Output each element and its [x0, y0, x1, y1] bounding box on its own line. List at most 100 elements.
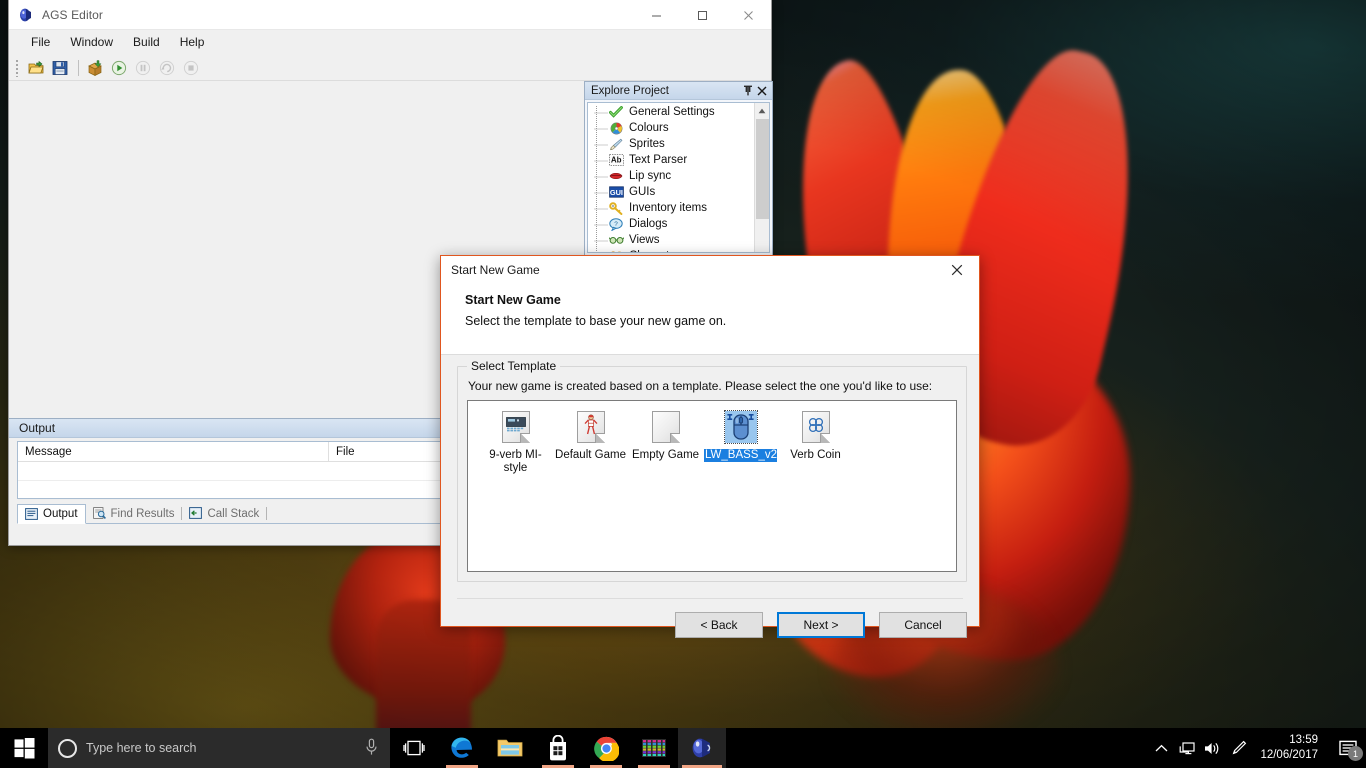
template-label: Empty Game [631, 449, 700, 461]
ags-titlebar[interactable]: AGS Editor [9, 0, 771, 30]
minimize-button[interactable] [633, 0, 679, 30]
template-item-lw-bass[interactable]: LW_BASS_v2.0 [703, 409, 787, 462]
taskbar-winrar[interactable] [630, 728, 678, 768]
dialog-title: Start New Game [451, 263, 540, 277]
network-icon[interactable] [1174, 728, 1200, 768]
task-view-button[interactable] [390, 728, 438, 768]
svg-text:GUI: GUI [609, 188, 622, 197]
dialog-button-bar: < Back Next > Cancel [675, 612, 967, 638]
window-controls [633, 0, 771, 30]
tree-item-label: Colours [629, 122, 669, 134]
template-item-empty-game[interactable]: Empty Game [628, 409, 703, 462]
select-template-groupbox: Select Template Your new game is created… [457, 359, 967, 582]
column-message[interactable]: Message [18, 442, 329, 461]
taskbar-microsoft-edge[interactable] [438, 728, 486, 768]
dialog-banner: Start New Game Select the template to ba… [441, 284, 979, 355]
tab-label: Output [43, 508, 78, 520]
svg-text:?: ? [614, 221, 618, 228]
dialog-body: Select Template Your new game is created… [441, 356, 979, 638]
default-game-template-icon [575, 411, 607, 443]
microphone-icon[interactable] [364, 738, 380, 758]
maximize-button[interactable] [679, 0, 725, 30]
edge-icon [451, 737, 472, 758]
tree-item-dialogs[interactable]: ? Dialogs [588, 216, 754, 232]
taskbar-file-explorer[interactable] [486, 728, 534, 768]
taskbar-clock[interactable]: 13:59 12/06/2017 [1252, 728, 1330, 768]
abl-icon: Ab [608, 153, 624, 167]
output-icon [25, 507, 39, 521]
open-folder-icon[interactable] [25, 57, 47, 79]
tree-item-text-parser[interactable]: Ab Text Parser [588, 152, 754, 168]
show-hidden-icons-chevron-icon[interactable] [1148, 728, 1174, 768]
menu-file[interactable]: File [21, 31, 60, 53]
template-item-9-verb-mi-style[interactable]: 9-verb MI-style [478, 409, 553, 475]
template-item-verb-coin[interactable]: Verb Coin [778, 409, 853, 462]
tree-item-characters[interactable]: Characters [588, 248, 754, 252]
save-disk-icon[interactable] [49, 57, 71, 79]
speech-bubble-icon: ? [608, 217, 624, 231]
start-button[interactable] [0, 728, 48, 768]
tree-item-inventory-items[interactable]: Inventory items [588, 200, 754, 216]
tree-item-lip-sync[interactable]: Lip sync [588, 168, 754, 184]
action-center-button[interactable]: 1 [1330, 728, 1366, 768]
pause-icon [132, 57, 154, 79]
scrollbar-thumb[interactable] [756, 119, 769, 219]
tree-item-views[interactable]: Views [588, 232, 754, 248]
volume-icon[interactable] [1200, 728, 1226, 768]
close-button[interactable] [725, 0, 771, 30]
nine-verb-template-icon [500, 411, 532, 443]
search-placeholder: Type here to search [86, 741, 197, 755]
tree-item-guis[interactable]: GUI GUIs [588, 184, 754, 200]
search-input[interactable]: Type here to search [48, 728, 390, 768]
tree-item-colours[interactable]: Colours [588, 120, 754, 136]
tab-output[interactable]: Output [17, 504, 86, 524]
stop-icon [180, 57, 202, 79]
verb-coin-template-icon [800, 411, 832, 443]
groupbox-legend: Select Template [467, 359, 561, 373]
tree-item-label: Views [629, 234, 660, 246]
dialog-heading: Start New Game [465, 293, 561, 307]
menu-window[interactable]: Window [60, 31, 123, 53]
explore-project-tree[interactable]: General Settings Colours Sprites Ab Text… [588, 104, 754, 252]
svg-text:Ab: Ab [610, 156, 621, 165]
tab-separator-end [266, 506, 268, 520]
template-item-default-game[interactable]: Default Game [553, 409, 628, 462]
explore-project-header[interactable]: Explore Project [585, 82, 772, 100]
dialog-close-icon[interactable] [935, 256, 979, 284]
step-icon [156, 57, 178, 79]
scroll-up-arrow[interactable] [755, 103, 769, 118]
tab-label: Call Stack [207, 507, 260, 520]
toolbar-grip[interactable] [15, 58, 19, 77]
tree-item-general-settings[interactable]: General Settings [588, 104, 754, 120]
palette-icon [608, 121, 624, 135]
ags-title-text: AGS Editor [42, 7, 104, 22]
tree-item-label: General Settings [629, 106, 715, 118]
taskbar-microsoft-store[interactable] [534, 728, 582, 768]
cortana-circle-icon [58, 738, 77, 758]
build-package-icon[interactable] [84, 57, 106, 79]
tree-item-sprites[interactable]: Sprites [588, 136, 754, 152]
tab-find-results[interactable]: Find Results [86, 504, 182, 523]
gui-icon: GUI [608, 185, 624, 199]
run-play-icon[interactable] [108, 57, 130, 79]
menu-help[interactable]: Help [170, 31, 215, 53]
dialog-titlebar[interactable]: Start New Game [441, 256, 979, 284]
winrar-icon [642, 739, 666, 757]
tree-item-label: Inventory items [629, 202, 707, 214]
pen-icon[interactable] [1226, 728, 1252, 768]
explore-tree-scrollbar[interactable] [754, 103, 769, 252]
next-button[interactable]: Next > [777, 612, 865, 638]
system-tray: 13:59 12/06/2017 1 [1148, 728, 1366, 768]
ags-menubar: File Window Build Help [9, 30, 771, 55]
close-icon[interactable] [755, 84, 769, 98]
characters-icon [608, 249, 624, 252]
back-button[interactable]: < Back [675, 612, 763, 638]
tab-call-stack[interactable]: Call Stack [182, 504, 266, 523]
taskbar-ags-editor[interactable] [678, 728, 726, 768]
menu-build[interactable]: Build [123, 31, 170, 53]
template-list[interactable]: 9-verb MI-style Default Game Empty Game … [467, 400, 957, 572]
taskbar-google-chrome[interactable] [582, 728, 630, 768]
pin-icon[interactable] [741, 84, 755, 98]
cancel-button[interactable]: Cancel [879, 612, 967, 638]
tree-item-label: Text Parser [629, 154, 688, 166]
